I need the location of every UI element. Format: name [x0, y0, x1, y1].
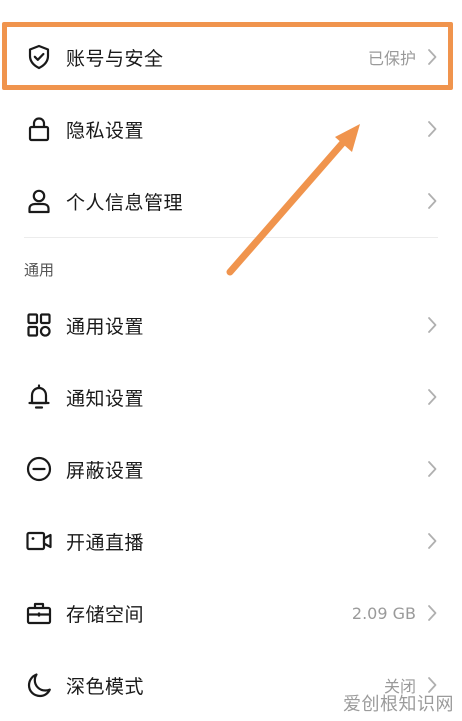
row-label: 账号与安全: [66, 47, 164, 70]
row-value: 2.09 GB: [351, 603, 416, 623]
section-title-general: 通用: [24, 261, 55, 279]
chevron-right-icon: [426, 192, 438, 210]
row-label: 开通直播: [66, 531, 145, 554]
chevron-right-icon: [426, 532, 438, 550]
row-label: 屏蔽设置: [66, 459, 145, 482]
bell-icon: [24, 382, 54, 412]
toolbox-icon: [24, 598, 54, 628]
settings-row-privacy[interactable]: 隐私设置: [0, 93, 462, 165]
settings-row-personal-info[interactable]: 个人信息管理: [0, 165, 462, 237]
moon-icon: [24, 670, 54, 700]
chevron-right-icon: [426, 120, 438, 138]
person-icon: [24, 186, 54, 216]
chevron-right-icon: [426, 316, 438, 334]
settings-row-notifications[interactable]: 通知设置: [0, 361, 462, 433]
video-camera-icon: [24, 526, 54, 556]
settings-row-general[interactable]: 通用设置: [0, 289, 462, 361]
settings-row-account-security[interactable]: 账号与安全 已保护: [0, 21, 462, 93]
chevron-right-icon: [426, 604, 438, 622]
grid-icon: [24, 310, 54, 340]
lock-icon: [24, 114, 54, 144]
row-label: 深色模式: [66, 675, 145, 698]
row-label: 隐私设置: [66, 119, 145, 142]
row-label: 个人信息管理: [66, 191, 184, 214]
settings-row-storage[interactable]: 存储空间 2.09 GB: [0, 577, 462, 649]
section-divider: [24, 237, 438, 238]
chevron-right-icon: [426, 460, 438, 478]
row-label: 存储空间: [66, 603, 145, 626]
row-label: 通知设置: [66, 387, 145, 410]
shield-check-icon: [24, 42, 54, 72]
row-value: 已保护: [367, 49, 416, 68]
row-label: 通用设置: [66, 315, 145, 338]
block-icon: [24, 454, 54, 484]
watermark-text: 爱创根知识网: [343, 694, 454, 715]
chevron-right-icon: [426, 388, 438, 406]
settings-row-live[interactable]: 开通直播: [0, 505, 462, 577]
chevron-right-icon: [426, 48, 438, 66]
settings-row-block[interactable]: 屏蔽设置: [0, 433, 462, 505]
